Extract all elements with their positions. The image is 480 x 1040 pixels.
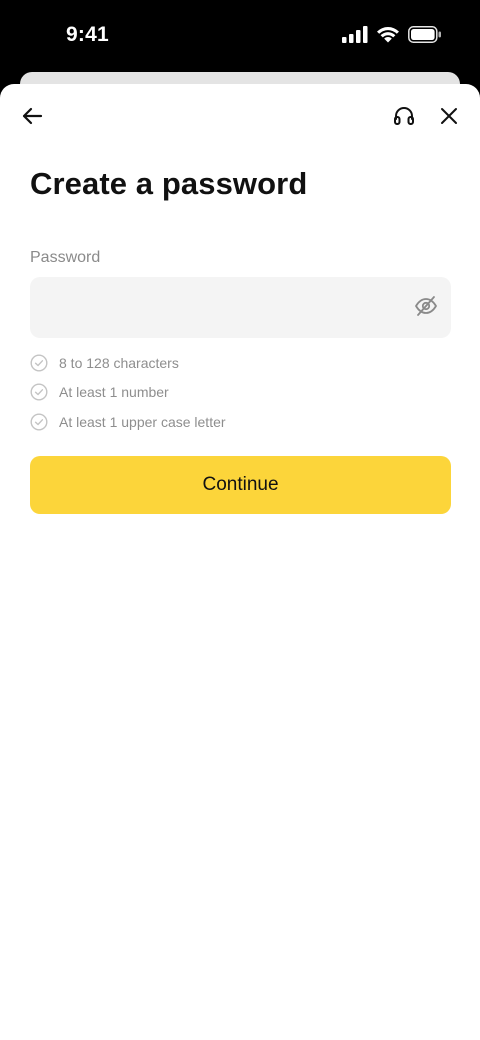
status-time: 9:41 <box>66 23 109 46</box>
password-label: Password <box>30 249 101 266</box>
requirement-text: At least 1 number <box>59 384 169 401</box>
headset-icon <box>392 104 416 133</box>
status-bar: 9:41 <box>0 0 480 72</box>
wifi-icon <box>376 26 400 43</box>
check-circle-icon <box>30 354 48 372</box>
password-field[interactable] <box>30 277 451 338</box>
continue-button[interactable]: Continue <box>30 456 451 514</box>
check-circle-icon <box>30 383 48 401</box>
password-requirements: 8 to 128 characters At least 1 number At… <box>30 348 226 437</box>
requirement-text: 8 to 128 characters <box>59 354 179 371</box>
check-circle-icon <box>30 413 48 431</box>
toggle-password-visibility-button[interactable] <box>413 295 439 321</box>
screen: 9:41 Create a password Password 8 to 128… <box>0 0 480 1040</box>
password-input[interactable] <box>30 277 400 338</box>
eye-off-icon <box>414 295 438 322</box>
password-sheet: Create a password Password 8 to 128 char… <box>0 84 480 1040</box>
requirement-uppercase: At least 1 upper case letter <box>30 407 226 437</box>
back-button[interactable] <box>16 104 48 132</box>
page-title: Create a password <box>30 166 308 201</box>
battery-icon <box>408 26 442 43</box>
close-icon <box>440 107 458 130</box>
cellular-signal-icon <box>342 26 368 43</box>
arrow-left-icon <box>21 107 43 130</box>
status-icons <box>342 26 442 43</box>
requirement-length: 8 to 128 characters <box>30 348 226 378</box>
requirement-number: At least 1 number <box>30 378 226 408</box>
close-button[interactable] <box>435 104 463 132</box>
support-button[interactable] <box>390 104 418 132</box>
requirement-text: At least 1 upper case letter <box>59 413 226 430</box>
